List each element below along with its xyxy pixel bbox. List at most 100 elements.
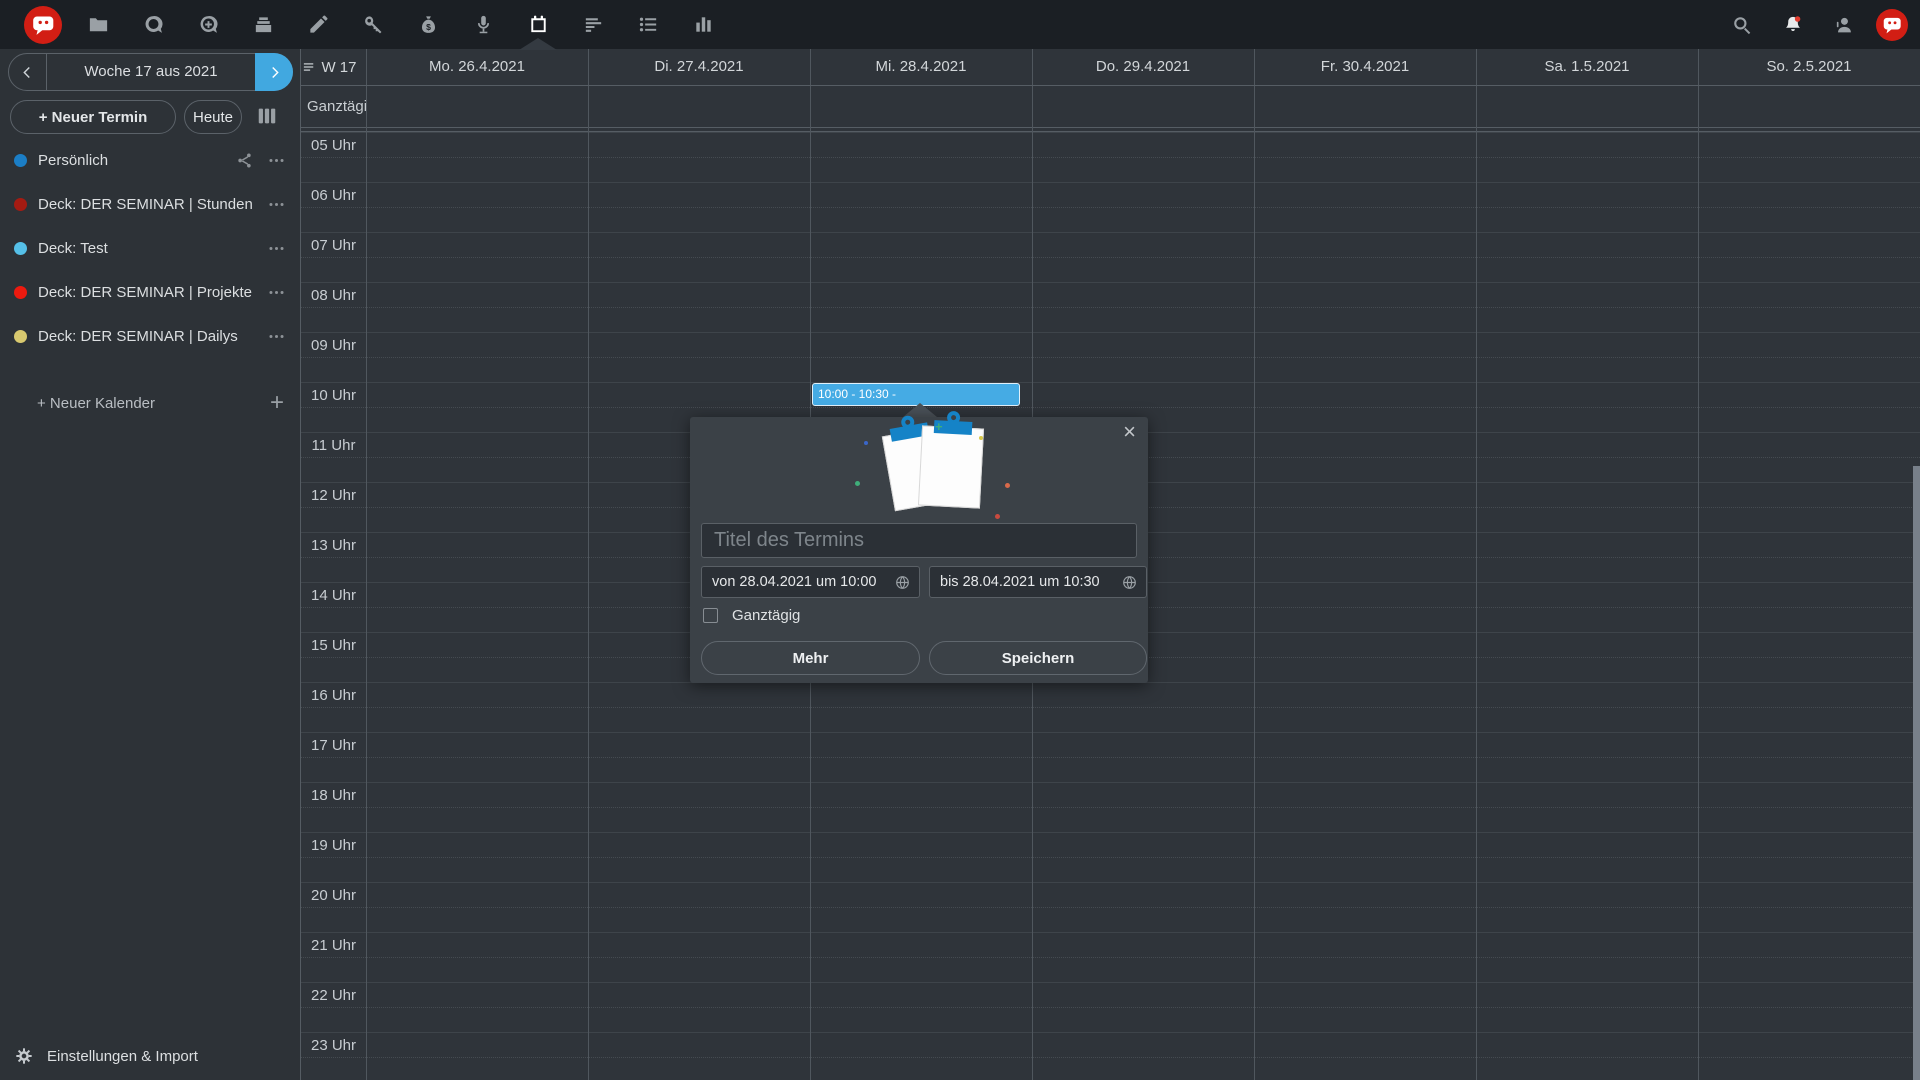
start-datetime-input[interactable] — [702, 574, 894, 590]
calendar-item-projekte[interactable]: Deck: DER SEMINAR | Projekte — [0, 270, 300, 314]
confetti-dot — [855, 481, 860, 486]
text-icon[interactable] — [574, 6, 612, 44]
day-header[interactable]: Fr. 30.4.2021 — [1254, 49, 1476, 85]
week-label[interactable]: Woche 17 aus 2021 — [46, 54, 255, 90]
allday-checkbox-label: Ganztägig — [732, 607, 800, 624]
today-button[interactable]: Heute — [184, 100, 242, 134]
hour-label: 10 Uhr — [301, 387, 366, 404]
files-icon[interactable] — [79, 6, 117, 44]
timezone-globe-icon[interactable] — [894, 574, 911, 591]
new-calendar-button[interactable]: + Neuer Kalender + — [0, 386, 300, 420]
calendar-item-label: Deck: DER SEMINAR | Projekte — [38, 284, 267, 301]
calendar-item-test[interactable]: Deck: Test — [0, 226, 300, 270]
contacts-icon[interactable] — [1825, 6, 1863, 44]
next-week-button[interactable] — [255, 53, 293, 91]
confetti-plus: + — [935, 423, 943, 431]
share-icon[interactable] — [235, 151, 254, 170]
dictation-icon[interactable] — [464, 6, 502, 44]
calendar-item-personal[interactable]: Persönlich — [0, 138, 300, 182]
hour-row[interactable]: 07 Uhr — [301, 232, 1920, 282]
calendar-item-stunden[interactable]: Deck: DER SEMINAR | Stunden — [0, 182, 300, 226]
hour-row[interactable]: 16 Uhr — [301, 682, 1920, 732]
hour-label: 16 Uhr — [301, 687, 366, 704]
allday-label: Ganztägig — [301, 86, 366, 127]
tasks-icon[interactable] — [629, 6, 667, 44]
calendar-color-dot — [14, 330, 27, 343]
day-header[interactable]: Di. 27.4.2021 — [588, 49, 810, 85]
calendar-item-dailys[interactable]: Deck: DER SEMINAR | Dailys — [0, 314, 300, 358]
week-view-toggle-icon[interactable] — [256, 105, 280, 129]
day-header[interactable]: Mo. 26.4.2021 — [366, 49, 588, 85]
talk-plus-icon[interactable] — [189, 6, 227, 44]
hour-label: 22 Uhr — [301, 987, 366, 1004]
talk-icon[interactable] — [134, 6, 172, 44]
notes-icon[interactable] — [299, 6, 337, 44]
hour-row[interactable]: 22 Uhr — [301, 982, 1920, 1032]
hour-row[interactable]: 20 Uhr — [301, 882, 1920, 932]
top-bar-right — [1723, 6, 1920, 44]
day-header[interactable]: Sa. 1.5.2021 — [1476, 49, 1698, 85]
hour-row[interactable]: 23 Uhr — [301, 1032, 1920, 1080]
hour-label: 06 Uhr — [301, 187, 366, 204]
more-options-icon[interactable] — [267, 283, 286, 302]
nextcloud-logo-icon[interactable] — [24, 6, 62, 44]
deck-icon[interactable] — [244, 6, 282, 44]
hour-row[interactable]: 09 Uhr — [301, 332, 1920, 382]
hour-row[interactable]: 19 Uhr — [301, 832, 1920, 882]
user-avatar[interactable] — [1876, 9, 1908, 41]
grid-vline — [588, 49, 589, 1080]
hour-label: 09 Uhr — [301, 337, 366, 354]
hour-row[interactable]: 05 Uhr — [301, 132, 1920, 182]
hour-row[interactable]: 17 Uhr — [301, 732, 1920, 782]
day-header[interactable]: Mi. 28.4.2021 — [810, 49, 1032, 85]
passwords-icon[interactable] — [354, 6, 392, 44]
finance-icon[interactable]: $ — [409, 6, 447, 44]
hour-label: 07 Uhr — [301, 237, 366, 254]
calendar-color-dot — [14, 154, 27, 167]
new-event-button[interactable]: + Neuer Termin — [10, 100, 176, 134]
allday-row[interactable]: Ganztägig — [301, 86, 1920, 128]
previous-week-button[interactable] — [9, 54, 46, 90]
calendar-color-dot — [14, 286, 27, 299]
hour-label: 23 Uhr — [301, 1037, 366, 1054]
settings-label: Einstellungen & Import — [47, 1048, 198, 1065]
more-options-icon[interactable] — [267, 195, 286, 214]
more-options-icon[interactable] — [267, 151, 286, 170]
hour-row[interactable]: 21 Uhr — [301, 932, 1920, 982]
timezone-globe-icon[interactable] — [1121, 574, 1138, 591]
hour-label: 19 Uhr — [301, 837, 366, 854]
save-button[interactable]: Speichern — [929, 641, 1147, 675]
notifications-icon[interactable] — [1774, 6, 1812, 44]
day-header[interactable]: Do. 29.4.2021 — [1032, 49, 1254, 85]
grid-vline — [1476, 49, 1477, 1080]
confetti-dot — [979, 436, 983, 440]
more-options-icon[interactable] — [267, 327, 286, 346]
day-header[interactable]: So. 2.5.2021 — [1698, 49, 1920, 85]
end-datetime-input[interactable] — [930, 574, 1121, 590]
app-window: $ Woche 17 aus 2021 + Neuer Termin Heute — [0, 0, 1920, 1080]
calendar-color-dot — [14, 198, 27, 211]
svg-text:$: $ — [426, 22, 431, 32]
week-navigation: Woche 17 aus 2021 — [8, 53, 293, 91]
hour-label: 13 Uhr — [301, 537, 366, 554]
clipboard-front — [918, 425, 984, 508]
calendar-icon[interactable] — [519, 6, 557, 44]
hour-row[interactable]: 18 Uhr — [301, 782, 1920, 832]
allday-checkbox[interactable] — [703, 608, 718, 623]
clipboard-illustration: + — [690, 417, 1148, 521]
top-bar: $ — [0, 0, 1920, 49]
plus-icon[interactable]: + — [270, 391, 284, 415]
hour-row[interactable]: 06 Uhr — [301, 182, 1920, 232]
hour-row[interactable]: 08 Uhr — [301, 282, 1920, 332]
start-datetime-field — [701, 566, 920, 598]
hour-label: 05 Uhr — [301, 137, 366, 154]
more-button[interactable]: Mehr — [701, 641, 920, 675]
grid-scrollbar[interactable] — [1913, 466, 1920, 1080]
more-options-icon[interactable] — [267, 239, 286, 258]
search-icon[interactable] — [1723, 6, 1761, 44]
settings-button[interactable]: Einstellungen & Import — [0, 1040, 198, 1072]
event-title-input[interactable] — [701, 523, 1137, 558]
analytics-icon[interactable] — [684, 6, 722, 44]
week-number: W 17 — [321, 59, 356, 76]
menu-icon[interactable] — [302, 60, 317, 75]
